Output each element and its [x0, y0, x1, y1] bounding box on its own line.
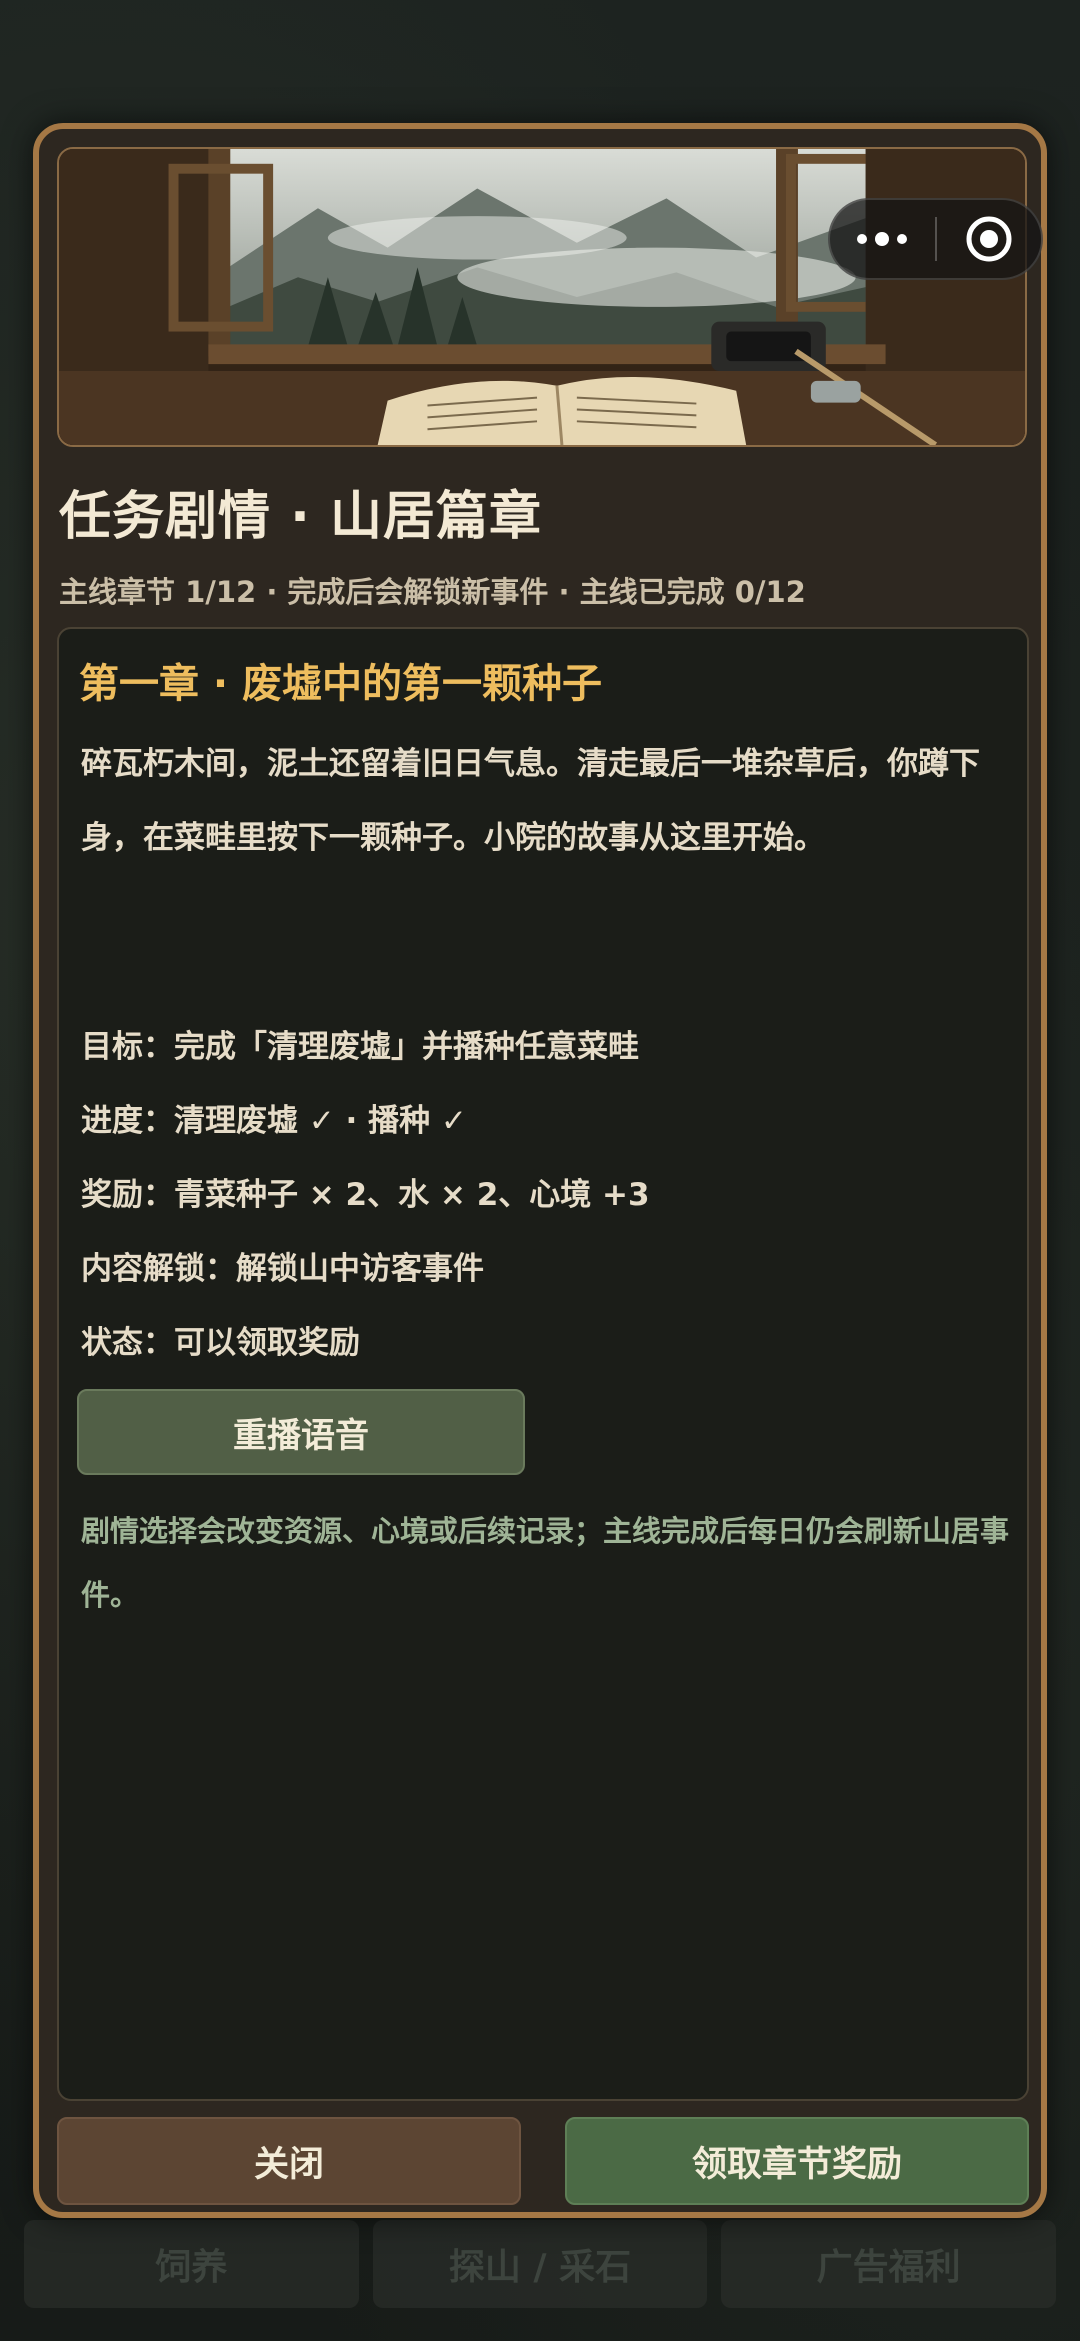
nav-item-ad-rewards[interactable]: 广告福利 — [721, 2220, 1057, 2308]
unlock-line: 内容解锁：解锁山中访客事件 — [81, 1251, 484, 1287]
more-dots-icon[interactable] — [830, 200, 935, 278]
replay-voice-button[interactable]: 重播语音 — [77, 1389, 525, 1475]
claim-chapter-reward-button[interactable]: 领取章节奖励 — [565, 2117, 1029, 2205]
hint-text: 剧情选择会改变资源、心境或后续记录；主线完成后每日仍会刷新山居事件。 — [81, 1514, 1010, 1612]
modal-title: 任务剧情 · 山居篇章 — [59, 487, 542, 547]
story-banner-image — [57, 147, 1027, 447]
target-circle-icon[interactable] — [937, 200, 1042, 278]
nav-item-explore[interactable]: 探山 / 采石 — [372, 2220, 708, 2308]
bottom-nav: 饲养 探山 / 采石 广告福利 — [0, 2220, 1080, 2320]
modal-subtitle: 主线章节 1/12 · 完成后会解锁新事件 · 主线已完成 0/12 — [59, 575, 806, 609]
story-modal: 任务剧情 · 山居篇章 主线章节 1/12 · 完成后会解锁新事件 · 主线已完… — [33, 123, 1047, 2218]
story-text: 碎瓦朽木间，泥土还留着旧日气息。清走最后一堆杂草后，你蹲下身，在菜畦里按下一颗种… — [81, 746, 980, 856]
chapter-title: 第一章 · 废墟中的第一颗种子 — [79, 661, 603, 707]
close-button[interactable]: 关闭 — [57, 2117, 521, 2205]
goal-line: 目标：完成「清理废墟」并播种任意菜畦 — [81, 1029, 639, 1065]
chapter-panel: 第一章 · 废墟中的第一颗种子 碎瓦朽木间，泥土还留着旧日气息。清走最后一堆杂草… — [57, 627, 1029, 2101]
nav-item-feed[interactable]: 饲养 — [24, 2220, 359, 2308]
progress-line: 进度：清理废墟 ✓ · 播种 ✓ — [81, 1103, 467, 1139]
mini-program-capsule — [828, 198, 1043, 280]
reward-line: 奖励：青菜种子 × 2、水 × 2、心境 +3 — [81, 1177, 650, 1213]
status-line: 状态：可以领取奖励 — [81, 1325, 360, 1361]
